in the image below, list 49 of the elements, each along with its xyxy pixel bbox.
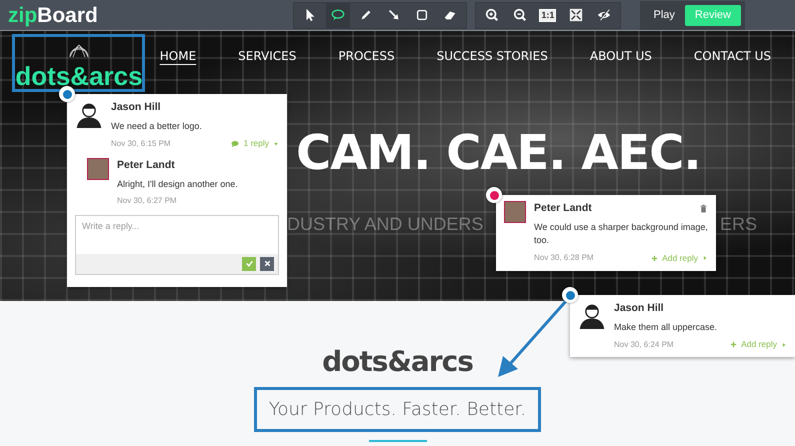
nav-link[interactable]: CONTACT US — [694, 47, 771, 65]
comment-time: Nov 30, 6:28 PM — [534, 252, 594, 264]
nav-link[interactable]: PROCESS — [338, 47, 395, 65]
hide-icon — [596, 8, 611, 22]
comment-author: Peter Landt — [534, 201, 592, 216]
comment-icon — [231, 140, 240, 148]
nav-link[interactable]: HOME — [160, 47, 196, 65]
comment-text: We could use a sharper background image, too. — [534, 220, 708, 248]
avatar-photo-placeholder — [504, 201, 526, 223]
tagline: Your Products. Faster. Better. — [268, 398, 526, 422]
square-icon — [414, 8, 429, 22]
site-logo[interactable]: dots&arcs — [15, 63, 143, 89]
actual-size-button[interactable]: 1:1 — [536, 2, 560, 28]
avatar-photo-placeholder — [87, 158, 109, 180]
caret-icon — [781, 342, 787, 348]
comment-icon — [330, 8, 345, 22]
caret-icon — [273, 140, 279, 147]
close-icon — [262, 259, 272, 268]
comment-author: Jason Hill — [614, 301, 664, 316]
zoom-in-icon — [484, 8, 499, 22]
cancel-button[interactable] — [260, 256, 274, 271]
hero-subtitle: ERS — [720, 213, 758, 236]
fit-screen-icon — [568, 8, 583, 22]
comment-text: Alright, I'll design another one. — [117, 178, 238, 191]
arrow-icon — [386, 8, 401, 22]
comment-text: We need a better logo. — [111, 120, 203, 133]
trash-icon[interactable] — [699, 204, 708, 214]
comment-time: Nov 30, 6:24 PM — [614, 338, 674, 351]
nav-link[interactable]: SERVICES — [238, 47, 296, 65]
pencil-icon — [358, 8, 373, 22]
hero-subtitle: DUSTRY AND UNDERS — [287, 213, 484, 236]
comment-author: Jason Hill — [111, 100, 161, 115]
comment-time: Nov 30, 6:27 PM — [117, 195, 178, 208]
comment-author: Peter Landt — [117, 158, 176, 173]
app-logo: zipBoard — [8, 4, 98, 26]
plus-icon — [730, 341, 738, 348]
zoom-out-icon — [512, 8, 527, 22]
reply-field[interactable]: Write a reply... — [75, 215, 279, 254]
caret-icon — [702, 255, 708, 262]
check-icon — [244, 259, 254, 268]
plus-icon — [651, 254, 658, 262]
nav-link[interactable]: SUCCESS STORIES — [436, 47, 548, 65]
comment-time: Nov 30, 6:15 PM — [111, 138, 171, 150]
brand-heading: dots&arcs — [322, 344, 473, 380]
comment-text: Make them all uppercase. — [614, 320, 718, 334]
hero-title: CAM. CAE. AEC. — [296, 129, 701, 177]
nav-link[interactable]: ABOUT US — [590, 47, 652, 65]
tool-button[interactable] — [326, 2, 350, 28]
mode-tab[interactable]: Play — [644, 4, 685, 26]
